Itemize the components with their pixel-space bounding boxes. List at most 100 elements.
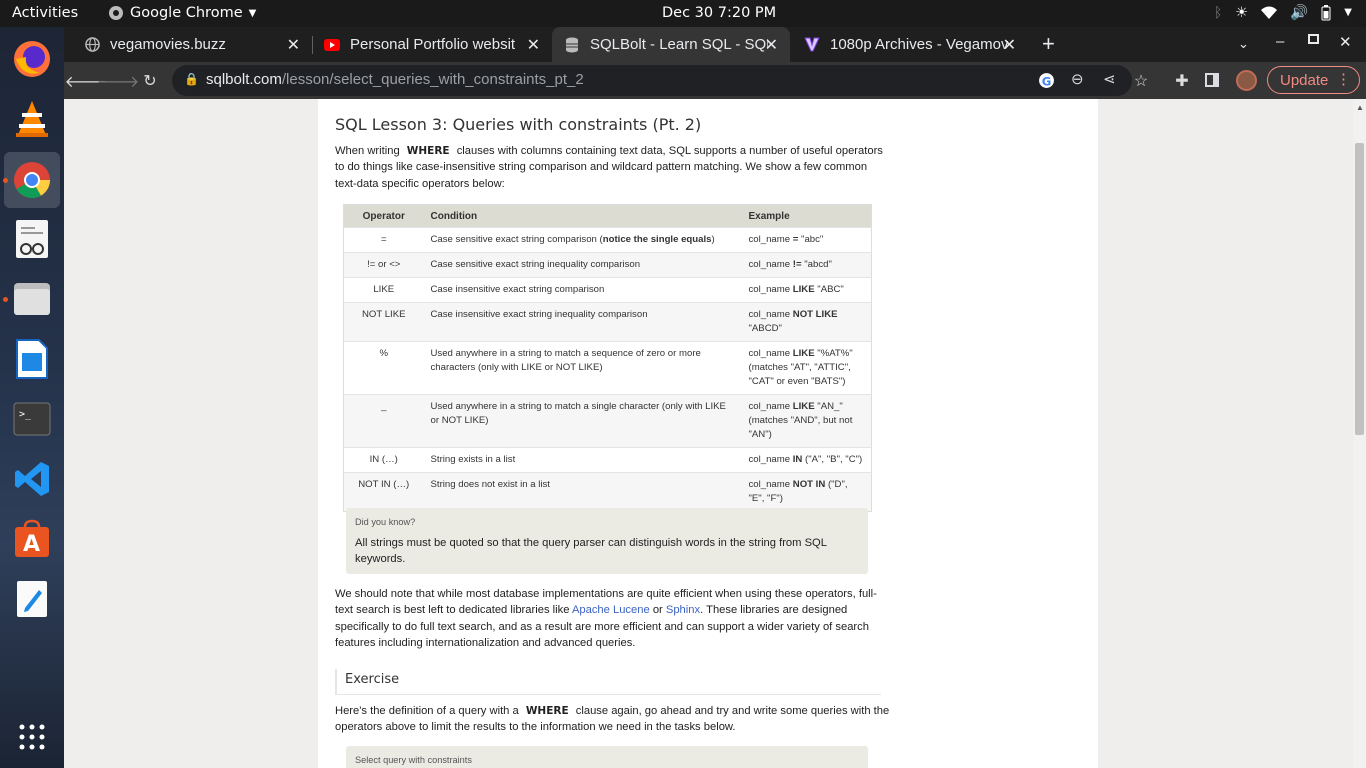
col-condition: Condition [423,204,742,228]
activities-button[interactable]: Activities [12,5,78,21]
operator-cell: % [343,341,424,395]
forward-arrow-icon[interactable]: 🡒 [97,72,140,91]
tab-vegamovies-1080p[interactable]: 1080p Archives - Vegamov ✕ [790,27,1028,62]
tab-title: Personal Portfolio websit [350,36,516,53]
kebab-menu-icon[interactable]: ⋮ [1336,70,1351,88]
tab-title: SQLBolt - Learn SQL - SQL [590,36,768,53]
close-tab-icon[interactable]: ✕ [527,35,540,55]
condition-cell: Case insensitive exact string inequality… [423,302,742,342]
battery-icon[interactable] [1321,4,1331,21]
table-row: _ Used anywhere in a string to match a si… [343,394,872,448]
tab-portfolio[interactable]: Personal Portfolio websit ✕ [312,27,552,62]
operator-cell: LIKE [343,277,424,303]
text-editor-icon[interactable] [10,577,54,621]
zoom-icon[interactable]: ⊖ [1071,70,1084,88]
lesson-title: SQL Lesson 3: Queries with constraints (… [335,115,702,134]
close-tab-icon[interactable]: ✕ [1003,35,1016,55]
did-you-know-text: All strings must be quoted so that the q… [355,537,827,566]
example-cell: col_name != "abcd" [741,252,872,278]
page-scrollbar[interactable]: ▲ [1353,99,1366,768]
wifi-icon[interactable] [1261,6,1278,20]
firefox-icon[interactable] [10,37,54,81]
tab-search-chevron-icon[interactable]: ⌄ [1238,36,1249,52]
scroll-up-arrow-icon[interactable]: ▲ [1356,103,1364,112]
example-cell: col_name NOT IN ("D", "E", "F") [741,472,872,512]
brightness-icon[interactable]: ☀ [1235,5,1248,21]
software-center-icon[interactable]: A [10,517,54,561]
close-tab-icon[interactable]: ✕ [287,35,300,55]
extensions-icon[interactable]: ✚ [1173,72,1191,90]
new-tab-button[interactable]: + [1042,31,1055,57]
chrome-icon [109,6,123,20]
lesson-content: SQL Lesson 3: Queries with constraints (… [318,99,1098,768]
tab-vegamovies[interactable]: vegamovies.buzz ✕ [64,27,312,62]
back-arrow-icon[interactable]: 🡐 [65,72,108,91]
share-icon[interactable]: ⋖ [1103,70,1116,88]
google-lens-icon[interactable]: G [1038,72,1055,89]
table-row: IN (…) String exists in a list col_name IN… [343,447,872,473]
scrollbar-thumb[interactable] [1355,143,1364,435]
sphinx-link[interactable]: Sphinx [666,604,700,616]
files-icon[interactable] [10,277,54,321]
browser-toolbar: 🡐 🡒 ↻ 🔒 sqlbolt.com/lesson/select_querie… [64,62,1366,99]
example-cell: col_name LIKE "ABC" [741,277,872,303]
note-paragraph: We should note that while most database … [335,586,883,651]
keyword-where: WHERE [525,705,569,717]
table-row: != or <> Case sensitive exact string ineq… [343,252,872,278]
table-row: = Case sensitive exact string comparison … [343,227,872,253]
terminal-icon[interactable]: >_ [10,397,54,441]
tab-sqlbolt[interactable]: SQLBolt - Learn SQL - SQL ✕ [552,27,790,62]
app-menu[interactable]: Google Chrome ▼ [108,5,256,21]
example-cell: col_name LIKE "%AT%" (matches "AT", "ATT… [741,341,872,395]
exercise-heading: Exercise [345,672,400,687]
power-menu-chevron-icon[interactable]: ▼ [1344,7,1352,18]
intro-paragraph: When writing WHERE clauses with columns … [335,143,883,192]
minimize-button[interactable]: – [1276,33,1284,50]
youtube-icon [324,37,340,53]
page-viewport: SQL Lesson 3: Queries with constraints (… [64,99,1353,768]
reload-icon[interactable]: ↻ [141,72,159,90]
running-indicator [3,297,8,302]
url-text[interactable]: sqlbolt.com/lesson/select_queries_with_c… [206,71,584,88]
restore-button[interactable] [1308,34,1319,44]
v-logo-icon [804,37,820,53]
bookmark-star-icon[interactable]: ☆ [1132,72,1150,90]
exercise-heading-box: Exercise [335,669,881,695]
lock-icon[interactable]: 🔒 [184,72,199,86]
apache-lucene-link[interactable]: Apache Lucene [572,604,650,616]
bluetooth-icon[interactable]: ᛒ [1214,5,1222,21]
svg-text:>_: >_ [19,409,32,420]
globe-icon [84,37,100,53]
close-window-button[interactable]: ✕ [1339,33,1352,51]
chrome-dock-icon[interactable] [4,152,60,208]
vlc-icon[interactable] [10,97,54,141]
side-panel-icon[interactable] [1205,73,1219,87]
address-bar[interactable]: 🔒 sqlbolt.com/lesson/select_queries_with… [172,65,1132,96]
did-you-know-heading: Did you know? [355,517,416,527]
condition-cell: Used anywhere in a string to match a sin… [423,394,742,448]
operator-cell: = [343,227,424,253]
clock[interactable]: Dec 30 7:20 PM [662,5,776,21]
condition-cell: Case sensitive exact string inequality c… [423,252,742,278]
show-apps-grid-icon[interactable] [10,715,54,759]
update-label: Update [1280,71,1329,89]
vscode-icon[interactable] [10,457,54,501]
volume-icon[interactable]: 🔊 [1290,4,1308,21]
dock: >_ A [0,27,64,768]
system-tray[interactable]: ᛒ ☀ 🔊 ▼ [1214,4,1352,21]
close-tab-icon[interactable]: ✕ [765,35,778,55]
example-cell: col_name IN ("A", "B", "C") [741,447,872,473]
intro-text: When writing [335,145,400,157]
app-name: Google Chrome [130,5,243,21]
svg-text:G: G [1042,74,1052,88]
col-example: Example [741,204,872,228]
chevron-down-icon: ▼ [248,7,257,19]
tab-title: vegamovies.buzz [110,36,226,53]
libreoffice-draw-icon[interactable] [10,337,54,381]
exercise-paragraph: Here's the definition of a query with a … [335,703,890,736]
url-path: /lesson/select_queries_with_constraints_… [281,71,584,88]
update-button[interactable]: Update ⋮ [1267,66,1360,94]
profile-avatar[interactable] [1236,70,1257,91]
col-operator: Operator [343,204,424,228]
document-viewer-icon[interactable] [10,217,54,261]
